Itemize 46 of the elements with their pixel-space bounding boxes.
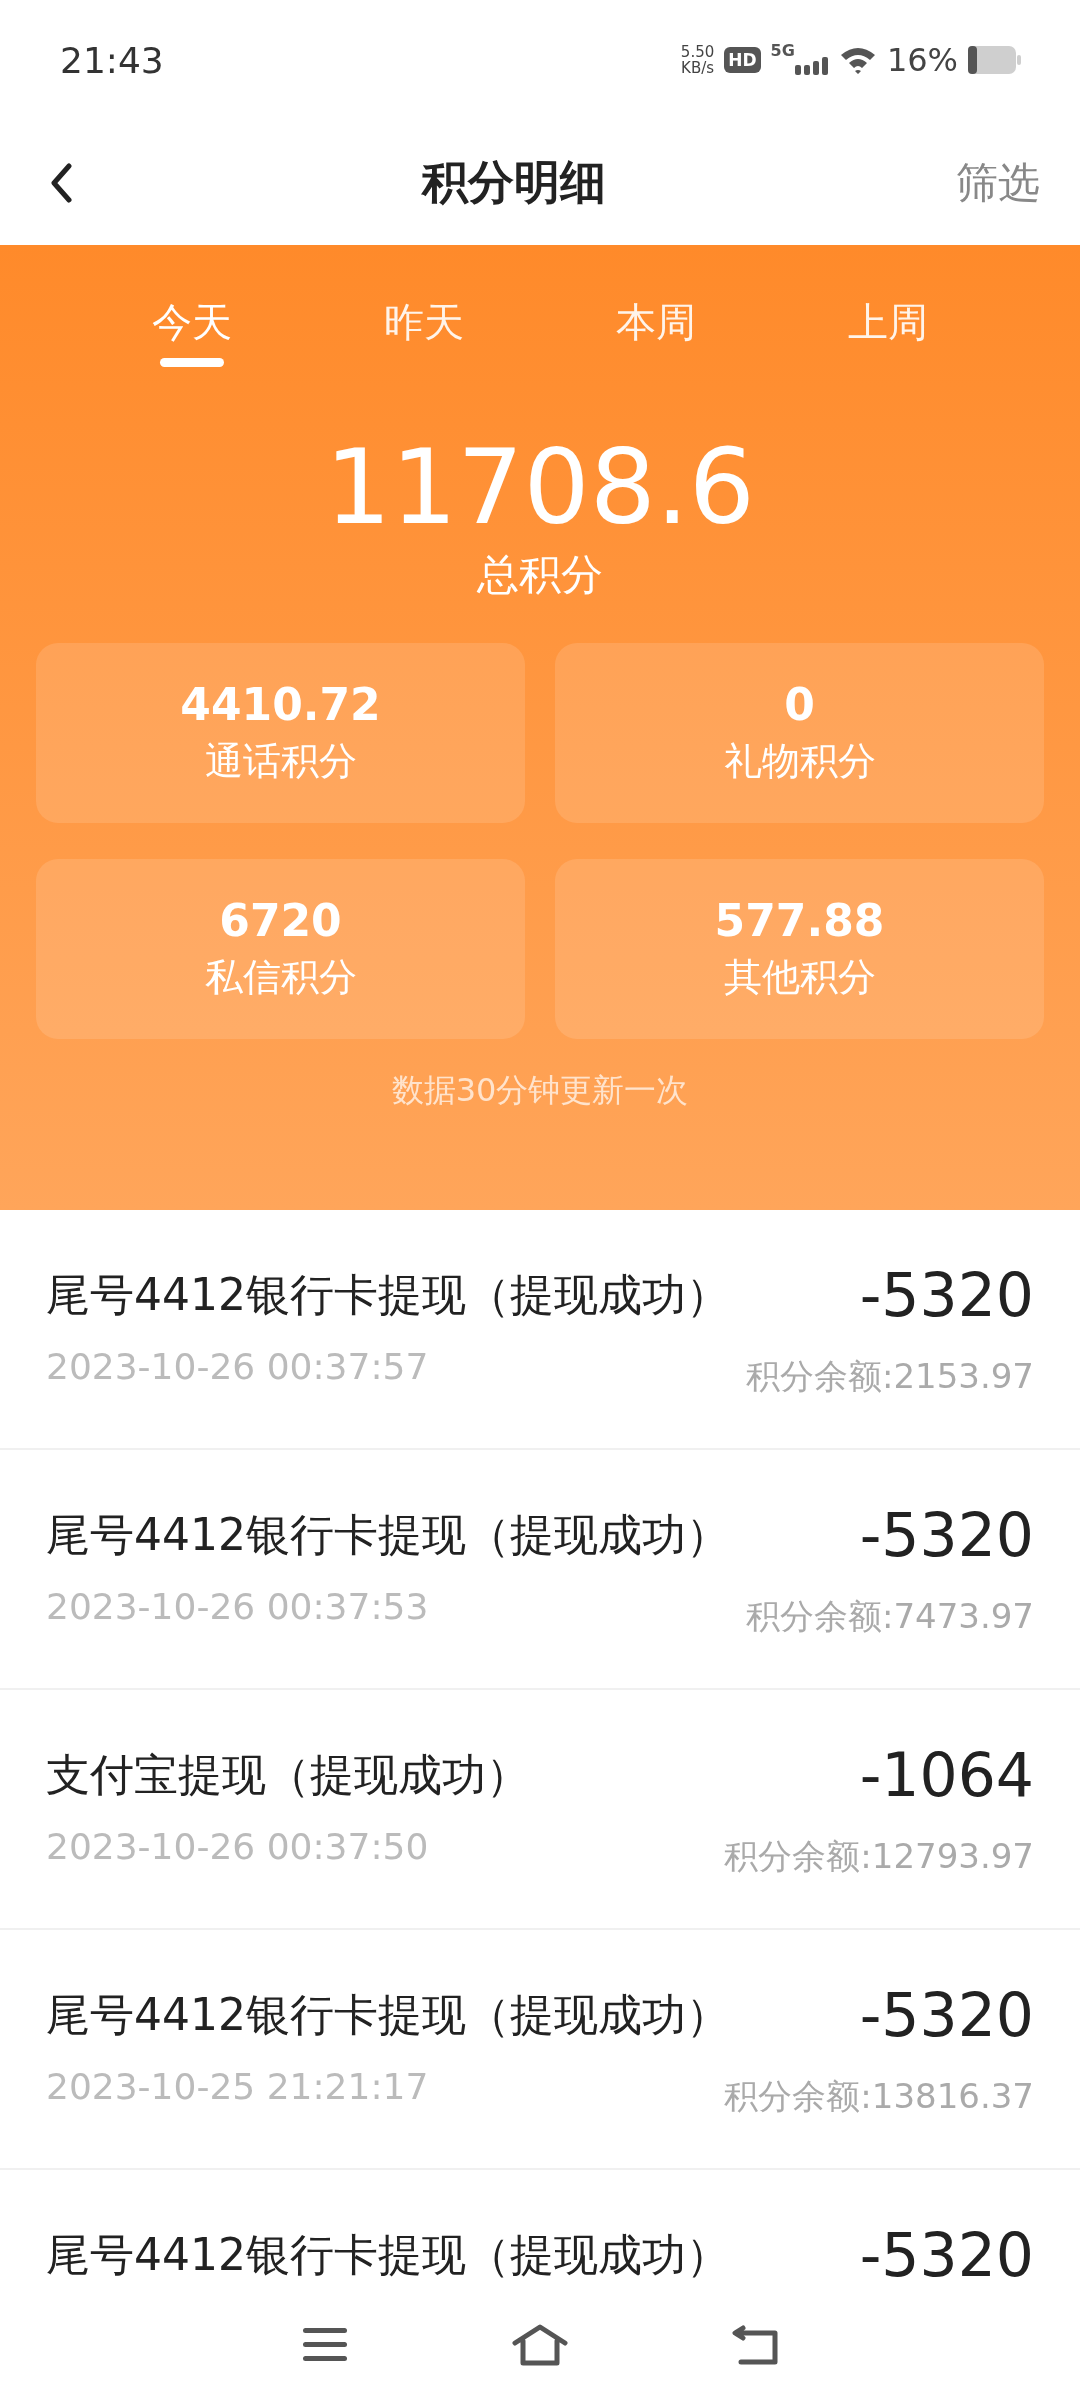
record-amount: -5320 [859, 1500, 1034, 1570]
record-time: 2023-10-26 00:37:50 [46, 1826, 429, 1869]
period-tab[interactable]: 今天 [132, 295, 252, 367]
network-type: 5G [770, 41, 795, 60]
battery-percent: 16% [886, 41, 958, 79]
record-title: 尾号4412银行卡提现（提现成功） [46, 1987, 730, 2042]
signal-icon [794, 55, 829, 75]
record-title: 尾号4412银行卡提现（提现成功） [46, 1267, 730, 1322]
total-label: 总积分 [477, 549, 603, 601]
network-speed: 5.50 KB/s [680, 44, 715, 76]
record-time: 2023-10-25 21:21:17 [46, 2066, 429, 2109]
back-icon[interactable] [50, 162, 72, 203]
stat-label: 其他积分 [723, 954, 876, 1001]
status-time: 21:43 [60, 39, 164, 81]
record-balance: 积分余额:13816.37 [724, 2075, 1034, 2118]
record-amount: -5320 [859, 1260, 1034, 1330]
stat-value: 6720 [219, 895, 342, 946]
record-balance: 积分余额:7473.97 [745, 1595, 1034, 1638]
stat-value: 4410.72 [180, 679, 381, 730]
total-points: 11708.6 [324, 427, 756, 547]
record-time: 2023-10-26 00:37:57 [46, 1346, 429, 1389]
filter-link[interactable]: 筛选 [956, 154, 1040, 211]
period-tab[interactable]: 上周 [828, 295, 948, 367]
record-time: 2023-10-26 00:37:53 [46, 1586, 429, 1629]
stat-value: 577.88 [714, 895, 885, 946]
stat-label: 礼物积分 [723, 738, 876, 785]
record-balance: 积分余额:2153.97 [745, 1355, 1034, 1398]
battery-icon [968, 46, 1022, 74]
page-title: 积分明细 [422, 153, 606, 211]
back-gesture-icon[interactable] [731, 2324, 779, 2366]
record-title: 支付宝提现（提现成功） [46, 1747, 530, 1802]
record-title: 尾号4412银行卡提现（提现成功） [46, 2227, 730, 2282]
hd-badge: HD [724, 47, 761, 73]
period-tab[interactable]: 本周 [596, 295, 716, 367]
menu-icon[interactable] [301, 2326, 349, 2364]
stat-value: 0 [784, 679, 815, 730]
period-tab[interactable]: 昨天 [364, 295, 484, 367]
record-amount: -5320 [859, 2220, 1034, 2290]
stat-label: 私信积分 [204, 954, 357, 1001]
stat-label: 通话积分 [204, 738, 357, 785]
record-amount: -1064 [859, 1740, 1034, 1810]
record-balance: 积分余额:12793.97 [724, 1835, 1034, 1878]
home-icon[interactable] [511, 2323, 569, 2367]
record-title: 尾号4412银行卡提现（提现成功） [46, 1507, 730, 1562]
update-note: 数据30分钟更新一次 [391, 1070, 689, 1111]
record-amount: -5320 [859, 1980, 1034, 2050]
